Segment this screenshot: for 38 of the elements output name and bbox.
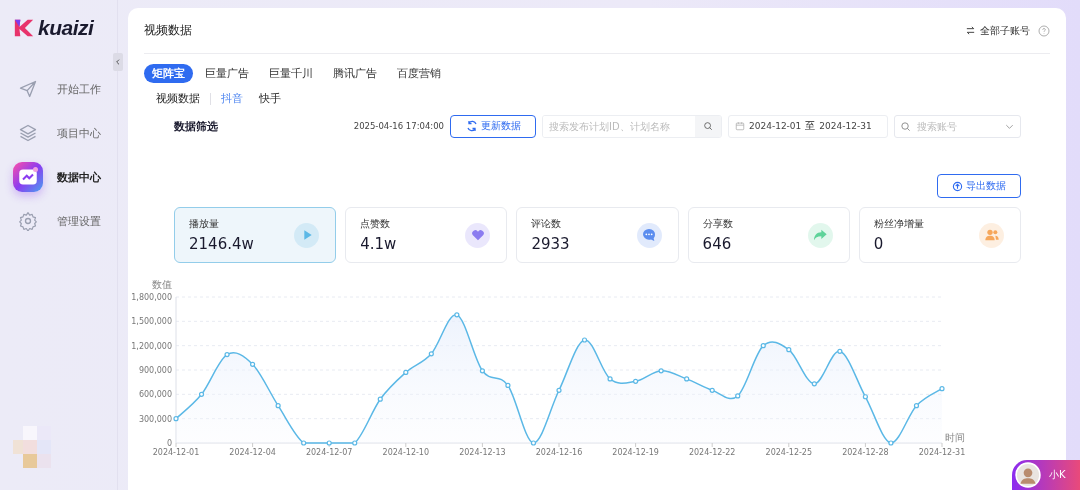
metric-label: 分享数 [702,217,733,231]
date-separator: 至 [805,119,816,133]
axis-tick-label: 1,500,000 [131,317,172,327]
axis-tick-label: 2024-12-22 [688,448,736,457]
filter-title: 数据筛选 [174,118,218,134]
metric-label: 评论数 [531,217,563,231]
metric-value: 2146.4w [189,235,254,253]
axis-tick-label: 2024-12-31 [918,448,966,457]
axis-tick-label: 0 [166,439,172,448]
axis-tick-label: 2024-12-10 [382,448,430,457]
metric-value: 646 [702,235,733,253]
axis-tick-label: 2024-12-25 [765,448,813,457]
axis-tick-label: 2024-12-07 [305,448,353,457]
metric-label: 点赞数 [360,217,392,231]
axis-tick-label: 2024-12-01 [152,448,200,457]
axis-tick-label: 300,000 [138,414,172,424]
metric-label: 播放量 [189,217,220,231]
axis-tick-label: 900,000 [138,366,172,375]
metric-value: 4.1w [360,235,397,253]
timestamp: 2025-04-16 17:04:00 [353,121,444,131]
section-label: 视频数据 [156,91,200,106]
date-end: 2024-12-31 [819,121,872,131]
page-title: 视频数据 [144,22,193,39]
metric-value: 0 [873,235,885,253]
axis-title: 时间 [945,432,965,443]
logo-text: kuaizi [38,16,94,40]
axis-tick-label: 600,000 [138,390,172,400]
axis-tick-label: 2024-12-28 [842,448,889,457]
axis-tick-label: 2024-12-16 [535,448,583,457]
axis-tick-label: 2024-12-19 [612,448,659,457]
axis-tick-label: 2024-12-13 [459,448,506,457]
axis-tick-label: 2024-12-04 [229,448,276,457]
axis-tick-label: 1,200,000 [131,341,172,351]
axis-tick-label: 1,800,000 [131,293,172,302]
axis-title: 数值 [152,279,172,290]
metric-value: 2933 [531,235,570,253]
date-start: 2024-12-01 [749,121,802,131]
metric-label: 粉丝净增量 [873,217,924,231]
